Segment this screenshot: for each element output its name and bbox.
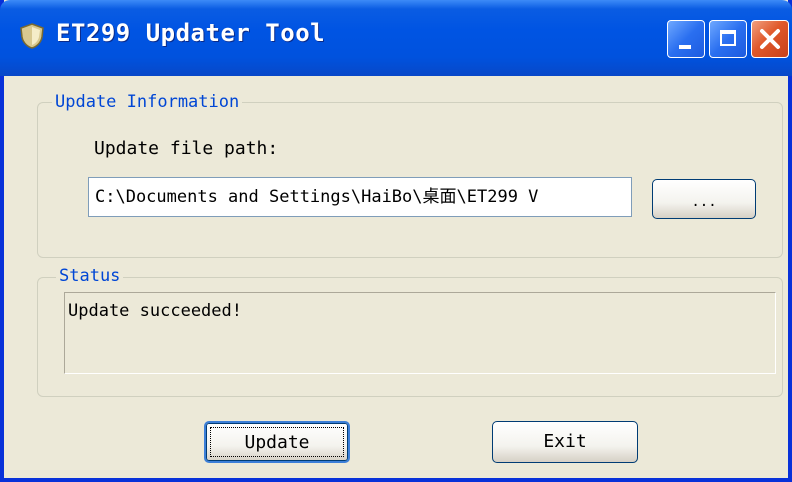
update-file-path-input[interactable]: C:\Documents and Settings\HaiBo\桌面\ET299… bbox=[88, 177, 632, 217]
status-message: Update succeeded! bbox=[64, 292, 776, 374]
focus-ring bbox=[210, 427, 344, 457]
window-title: ET299 Updater Tool bbox=[56, 19, 326, 47]
minimize-button[interactable] bbox=[667, 20, 705, 58]
shield-icon bbox=[20, 23, 44, 49]
close-button[interactable] bbox=[751, 20, 789, 58]
title-bar[interactable]: ET299 Updater Tool bbox=[0, 0, 792, 76]
status-legend: Status bbox=[56, 266, 124, 286]
update-button[interactable]: Update bbox=[204, 421, 350, 463]
updater-window: ET299 Updater Tool Update Information Up… bbox=[0, 0, 792, 482]
maximize-icon bbox=[720, 30, 736, 46]
update-information-legend: Update Information bbox=[52, 92, 243, 112]
browse-button[interactable]: ... bbox=[652, 179, 756, 219]
maximize-button[interactable] bbox=[709, 20, 747, 58]
minimize-icon bbox=[679, 45, 691, 49]
close-icon bbox=[760, 29, 780, 49]
exit-button[interactable]: Exit bbox=[492, 421, 638, 463]
update-file-path-label: Update file path: bbox=[94, 138, 279, 159]
